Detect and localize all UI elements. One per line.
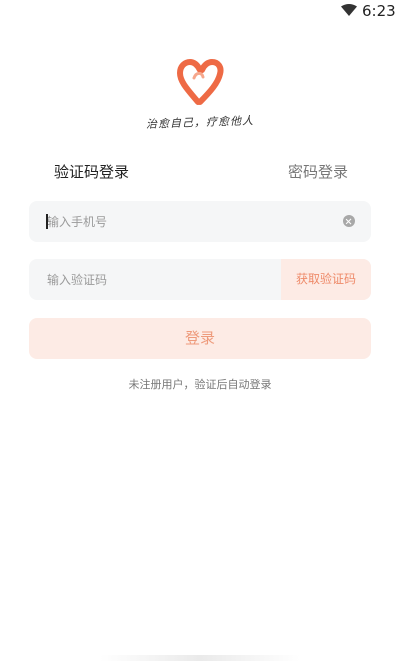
get-code-button[interactable]: 获取验证码 (281, 259, 371, 300)
wifi-icon (341, 4, 357, 16)
text-caret (46, 214, 48, 229)
auto-register-hint: 未注册用户，验证后自动登录 (128, 378, 272, 391)
status-bar: 6:23 (0, 0, 400, 24)
login-button[interactable]: 登录 (29, 318, 371, 359)
code-input[interactable] (29, 259, 309, 300)
status-time: 6:23 (362, 2, 396, 20)
tab-sms-login[interactable]: 验证码登录 (54, 161, 129, 182)
heart-logo-icon (176, 58, 224, 105)
tab-password-login[interactable]: 密码登录 (288, 161, 348, 182)
brand-slogan: 治愈自己，疗愈他人 (145, 114, 255, 131)
login-screen: 6:23 治愈自己，疗愈他人 验证码登录 密码登录 获取验证码 登录 未注册用户… (0, 0, 400, 661)
phone-field[interactable] (29, 201, 371, 242)
phone-input[interactable] (29, 201, 309, 242)
clear-icon[interactable] (343, 215, 355, 227)
bottom-divider (100, 655, 300, 661)
